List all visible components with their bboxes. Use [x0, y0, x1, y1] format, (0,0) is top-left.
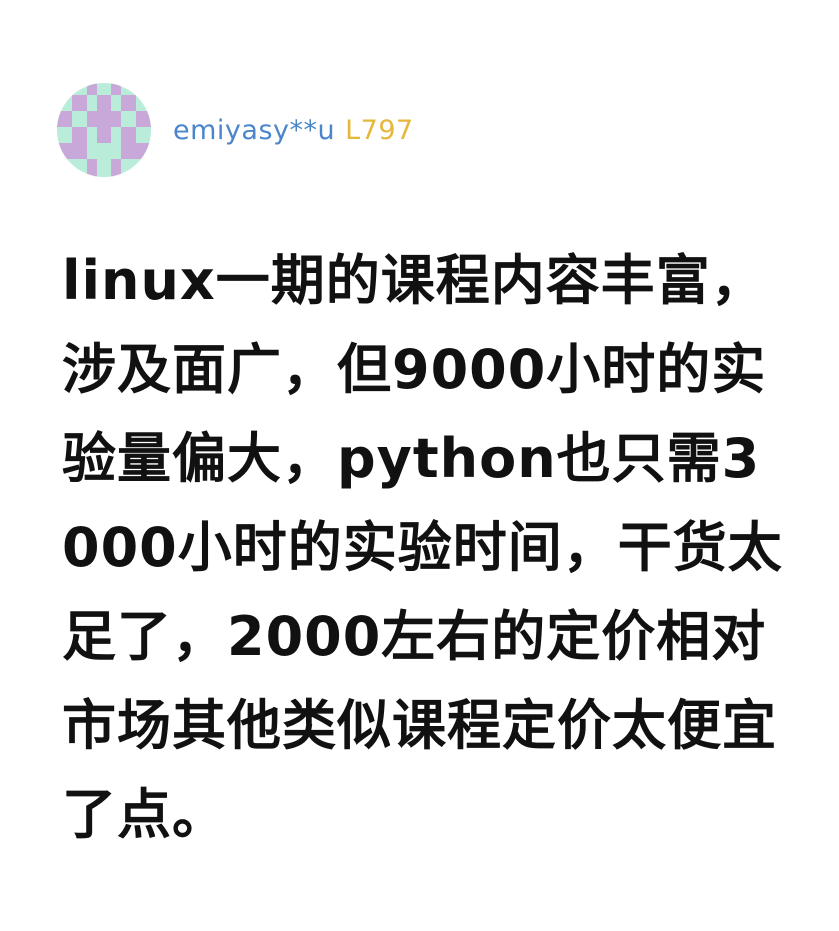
comment-text: linux一期的课程内容丰富，涉及面广，但9000小时的实验量偏大，python…	[62, 249, 783, 846]
comment-card: emiyasy**u L797 linux一期的课程内容丰富，涉及面广，但900…	[0, 0, 839, 931]
username[interactable]: emiyasy**u	[173, 115, 335, 146]
user-level-badge: L797	[345, 114, 414, 146]
comment-header: emiyasy**u L797	[57, 82, 414, 178]
user-meta: emiyasy**u L797	[173, 115, 414, 146]
identicon-avatar-icon	[57, 83, 151, 177]
avatar[interactable]	[57, 83, 151, 177]
